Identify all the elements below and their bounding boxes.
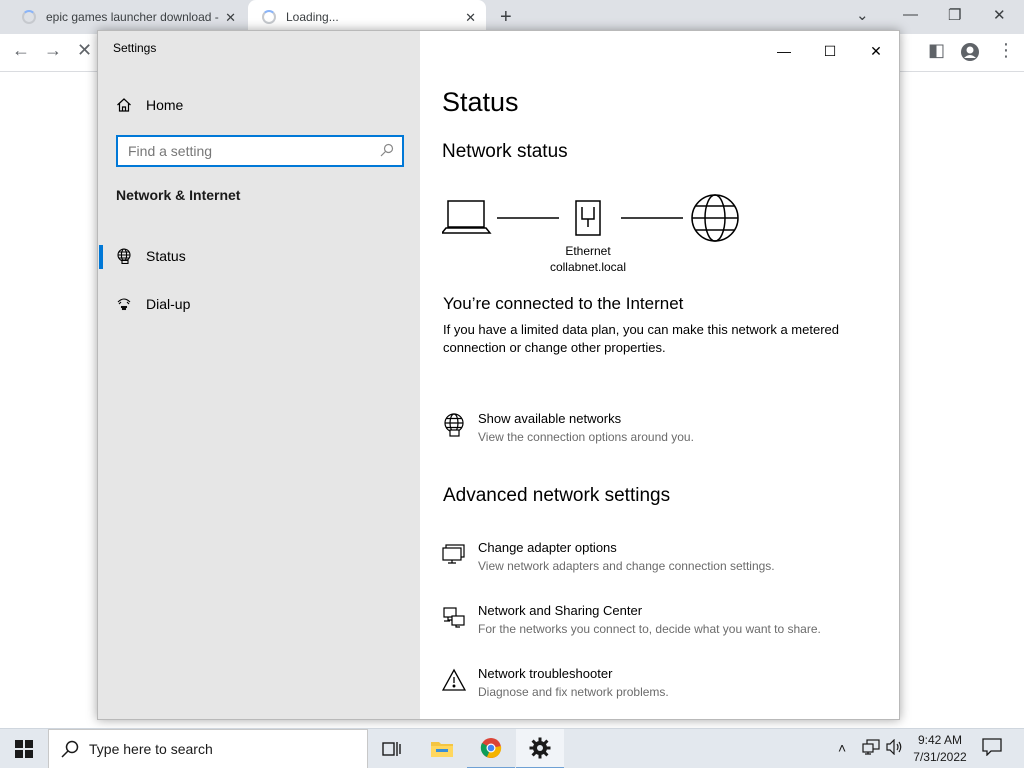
sidebar-item-label: Dial-up [146, 296, 191, 312]
adapter-icon [442, 540, 468, 573]
windows-logo-icon [15, 740, 33, 758]
link-subtitle: View network adapters and change connect… [478, 559, 775, 573]
system-clock[interactable]: 9:42 AM 7/31/2022 [900, 732, 980, 766]
back-icon[interactable]: ← [12, 40, 30, 61]
ethernet-icon [575, 200, 601, 236]
show-available-networks[interactable]: Show available networks View the connect… [442, 411, 694, 444]
network-domain: collabnet.local [549, 260, 627, 274]
chrome-icon [480, 738, 502, 758]
file-explorer-button[interactable] [418, 729, 466, 768]
new-tab-icon[interactable]: + [500, 6, 512, 29]
settings-sidebar: Settings Home Network & Internet Status [98, 31, 420, 719]
laptop-icon [440, 200, 492, 234]
loading-spinner-icon [262, 10, 276, 24]
find-setting-search[interactable] [116, 135, 404, 167]
taskbar: Type here to search ˄ 9:42 AM 7/31/2022 [0, 728, 1024, 768]
nav-home-label: Home [146, 97, 184, 113]
settings-gear-icon [529, 737, 551, 759]
clock-date: 7/31/2022 [913, 750, 967, 764]
link-subtitle: View the connection options around you. [478, 430, 694, 444]
adapter-name: Ethernet [565, 244, 611, 258]
globe-icon [116, 248, 134, 264]
task-view-button[interactable] [368, 729, 416, 768]
close-icon[interactable]: ✕ [993, 6, 1006, 24]
sidebar-item-dial-up[interactable]: Dial-up [98, 284, 420, 324]
search-input[interactable] [118, 137, 368, 165]
window-title: Settings [113, 41, 157, 55]
restore-icon[interactable]: ❐ [948, 6, 961, 24]
chrome-button[interactable] [467, 729, 515, 768]
browser-tab-active[interactable]: Loading... ✕ [248, 0, 486, 34]
close-button[interactable]: ✕ [853, 36, 899, 66]
settings-main: — ☐ ✕ Status Network status Ethernet col… [420, 31, 899, 719]
link-subtitle: Diagnose and fix network problems. [478, 685, 669, 699]
section-label: Network & Internet [116, 187, 241, 203]
settings-app-button[interactable] [516, 729, 564, 768]
network-diagram: Ethernet collabnet.local [440, 191, 772, 281]
clock-time: 9:42 AM [917, 733, 963, 747]
minimize-icon[interactable]: — [903, 6, 918, 23]
browser-tab[interactable]: epic games launcher download - ✕ [8, 0, 246, 34]
forward-icon[interactable]: → [44, 40, 62, 61]
browser-tab-label: epic games launcher download - [46, 10, 219, 24]
connected-heading: You’re connected to the Internet [443, 294, 684, 313]
browser-tab-label: Loading... [286, 10, 339, 24]
tab-close-icon[interactable]: ✕ [225, 10, 236, 26]
advanced-heading: Advanced network settings [443, 485, 671, 506]
warning-icon [442, 666, 468, 699]
stop-icon[interactable]: ✕ [77, 40, 92, 61]
maximize-button[interactable]: ☐ [807, 36, 853, 66]
nav-home[interactable]: Home [116, 93, 183, 117]
link-title: Show available networks [478, 411, 622, 426]
search-icon [61, 740, 79, 758]
start-button[interactable] [0, 729, 48, 768]
network-status-heading: Network status [442, 141, 568, 162]
show-hidden-icons-icon[interactable]: ˄ [838, 740, 846, 756]
internet-globe-icon [691, 194, 739, 242]
link-subtitle: For the networks you connect to, decide … [478, 622, 821, 636]
sidebar-item-label: Status [146, 248, 186, 264]
home-icon [116, 97, 132, 113]
profile-icon[interactable] [960, 42, 980, 67]
connected-description: If you have a limited data plan, you can… [443, 322, 839, 355]
taskbar-search-placeholder: Type here to search [89, 741, 213, 757]
dialup-icon [116, 296, 134, 312]
link-title: Network and Sharing Center [478, 603, 643, 618]
network-tray-icon[interactable] [862, 739, 880, 758]
side-panel-icon[interactable]: ◧ [928, 40, 945, 61]
tab-close-icon[interactable]: ✕ [465, 10, 476, 26]
tab-search-icon[interactable]: ⌄ [856, 6, 869, 24]
link-title: Network troubleshooter [478, 666, 613, 681]
settings-window: Settings Home Network & Internet Status [97, 30, 900, 720]
link-title: Change adapter options [478, 540, 617, 555]
network-troubleshooter[interactable]: Network troubleshooter Diagnose and fix … [442, 666, 669, 699]
file-explorer-icon [431, 742, 453, 757]
task-view-icon [382, 742, 401, 756]
loading-spinner-icon [22, 10, 36, 24]
search-icon [380, 143, 394, 162]
network-diagram-graphic [440, 194, 739, 242]
browser-tab-bar: epic games launcher download - ✕ Loading… [0, 0, 1024, 34]
minimize-button[interactable]: — [761, 36, 807, 66]
network-sharing-center[interactable]: Network and Sharing Center For the netwo… [442, 603, 821, 636]
change-adapter-options[interactable]: Change adapter options View network adap… [442, 540, 775, 573]
page-title: Status [442, 87, 519, 117]
sharing-center-icon [442, 603, 468, 636]
globe-network-icon [442, 411, 468, 444]
sidebar-item-status[interactable]: Status [98, 236, 420, 276]
notifications-icon[interactable] [982, 738, 1002, 759]
taskbar-search[interactable]: Type here to search [48, 729, 368, 768]
menu-kebab-icon[interactable]: ⋮ [997, 40, 1015, 61]
